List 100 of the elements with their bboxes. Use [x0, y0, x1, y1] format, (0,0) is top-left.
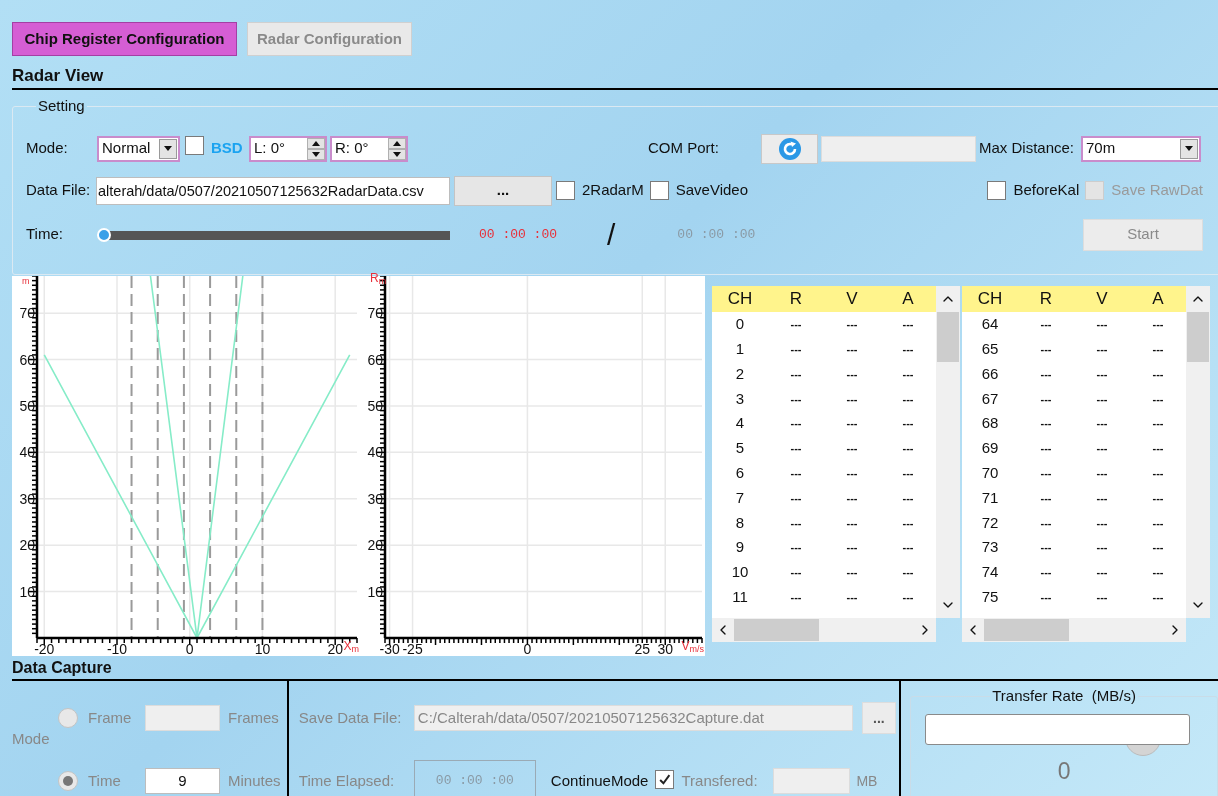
tick-label: 30 [657, 641, 674, 656]
table-cell-text: --- [1039, 317, 1053, 333]
table-cell-text: 8 [734, 512, 746, 533]
group-title: Setting [37, 96, 86, 116]
table-cell-text: 70 [980, 462, 1000, 483]
table-cell-text: --- [901, 341, 915, 357]
field-label: Save Data File: [298, 707, 403, 728]
checkbox-label: Save RawDat [1111, 180, 1203, 201]
tick-label: 20 [367, 537, 383, 554]
table-cell-text: --- [845, 540, 859, 556]
table-cell-text: --- [845, 416, 859, 432]
table-cell-text: --- [789, 317, 803, 333]
field-label: Max Distance: [979, 138, 1076, 159]
unit-label: MB [856, 771, 878, 791]
table-cell-text: --- [789, 589, 803, 605]
checkbox-label: ContinueMode [550, 770, 649, 791]
table-cell-text: --- [1095, 416, 1109, 432]
table-cell-text: --- [901, 465, 915, 481]
table-cell-text: --- [1095, 341, 1109, 357]
table-cell-text: --- [845, 441, 859, 457]
table-cell-text: --- [1095, 391, 1109, 407]
rate-value: 0 [1057, 756, 1071, 786]
field-label: Time Elapsed: [298, 770, 396, 791]
checkbox-label: BeforeKal [1013, 180, 1080, 201]
tick-label: 40 [367, 444, 383, 461]
table-cell-text: 66 [980, 363, 1000, 384]
table-cell-text: --- [789, 391, 803, 407]
table-cell-text: --- [1095, 366, 1109, 382]
table-cell-text: 75 [980, 586, 1000, 607]
table-cell-text: --- [1039, 490, 1053, 506]
section-header: Radar View [12, 64, 1218, 90]
table-cell-text: --- [845, 341, 859, 357]
table-cell-text: --- [1151, 416, 1165, 432]
tick-label: -25 [402, 641, 423, 656]
table-cell-text: --- [1039, 441, 1053, 457]
table-cell-text: --- [1095, 490, 1109, 506]
table-cell-text: --- [901, 366, 915, 382]
table-cell-text: --- [789, 515, 803, 531]
table-cell-text: --- [1039, 341, 1053, 357]
table-cell-text: 2 [734, 363, 746, 384]
tick-label: 20 [19, 537, 35, 554]
table-cell-text: 65 [980, 338, 1000, 359]
table-cell-text: --- [845, 391, 859, 407]
field-label: Mode: [26, 138, 69, 159]
table-cell-text: --- [1151, 391, 1165, 407]
group-label: Mode [12, 729, 51, 750]
table-cell-text: --- [789, 490, 803, 506]
time-display: 00 :00 :00 [479, 225, 557, 244]
table-cell-text: --- [901, 490, 915, 506]
radio-label: Time [88, 770, 122, 791]
time-display: 00 :00 :00 [677, 225, 756, 244]
table-cell-text: --- [1039, 540, 1053, 556]
table-cell-text: --- [1151, 366, 1165, 382]
table-cell-text: --- [1151, 540, 1165, 556]
tick-label: 60 [367, 351, 383, 368]
table-cell-text: --- [1039, 515, 1053, 531]
table-cell-text: 68 [980, 413, 1000, 434]
table-cell-text: --- [845, 366, 859, 382]
field-label: Transfered: [681, 770, 759, 791]
dropdown-value: Normal [101, 138, 152, 159]
table-cell-text: --- [1151, 465, 1165, 481]
table-cell-text: --- [901, 317, 915, 333]
tick-label: 10 [19, 583, 35, 600]
table-cell-text: --- [789, 416, 803, 432]
table-cell-text: --- [901, 416, 915, 432]
table-cell-text: --- [1039, 391, 1053, 407]
table-cell-text: --- [845, 515, 859, 531]
radio-label: Frame [88, 707, 133, 728]
axis-title: X$_{m}$ [343, 640, 359, 652]
table-cell-text: 72 [980, 512, 1000, 533]
tick-label: -20 [34, 641, 55, 656]
section-header: Data Capture [12, 657, 1218, 681]
tick-label: 0 [523, 641, 532, 656]
unit-label: Frames [228, 707, 279, 728]
table-cell-text: --- [1095, 565, 1109, 581]
group-title: Transfer Rate (MB/s) [991, 686, 1137, 706]
tick-label: 50 [19, 397, 35, 414]
table-cell-text: --- [1151, 565, 1165, 581]
tick-label: 10 [367, 583, 383, 600]
tick-label: 30 [19, 490, 35, 507]
axis-title: m [22, 275, 30, 284]
table-cell-text: --- [1039, 465, 1053, 481]
table-cell-text: --- [789, 565, 803, 581]
dropdown-value: 70m [1085, 138, 1117, 159]
table-cell-text: --- [1095, 540, 1109, 556]
table-cell-text: --- [901, 391, 915, 407]
table-cell-text: --- [789, 441, 803, 457]
table-cell-text: 67 [980, 388, 1000, 409]
table-cell-text: 10 [730, 562, 750, 583]
tick-label: 30 [367, 490, 383, 507]
table-cell-text: --- [845, 465, 859, 481]
table-cell-text: --- [789, 465, 803, 481]
table-cell-text: 5 [734, 438, 746, 459]
table-cell-text: 64 [980, 314, 1000, 335]
table-cell-text: --- [901, 565, 915, 581]
tick-label: 50 [367, 397, 383, 414]
axis-title: R$_{m}$ [370, 272, 387, 284]
table-cell-text: --- [1095, 465, 1109, 481]
table-cell-text: --- [1151, 490, 1165, 506]
table-cell-text: 9 [734, 537, 746, 558]
